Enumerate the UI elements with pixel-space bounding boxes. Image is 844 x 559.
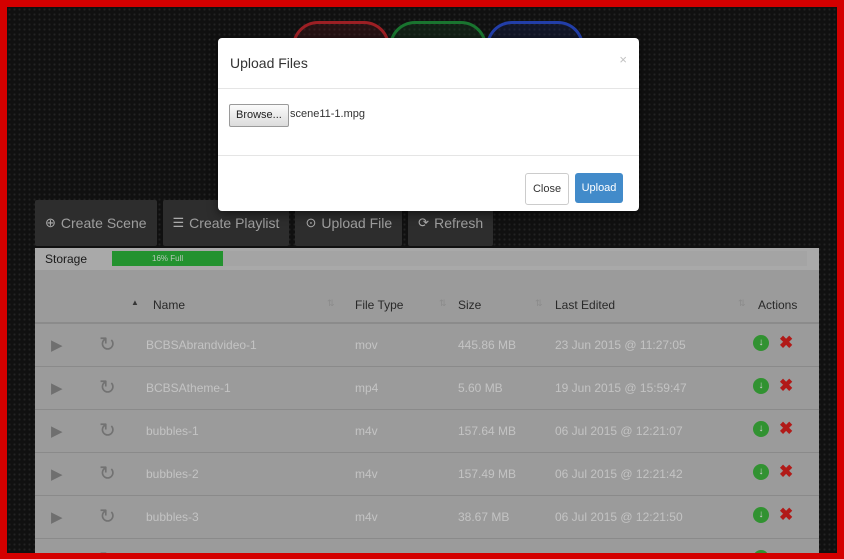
modal-header: Upload Files × xyxy=(218,38,639,89)
app-window: ⊕ Create Scene ☰ Create Playlist ⊙ Uploa… xyxy=(7,7,837,553)
modal-title: Upload Files xyxy=(230,55,308,71)
upload-files-modal: Upload Files × Browse... scene11-1.mpg C… xyxy=(218,38,639,211)
close-icon[interactable]: × xyxy=(619,52,627,67)
modal-body: Browse... scene11-1.mpg xyxy=(218,89,639,156)
upload-button[interactable]: Upload xyxy=(575,173,623,203)
selected-file-name: scene11-1.mpg xyxy=(290,108,366,120)
close-button[interactable]: Close xyxy=(525,173,569,205)
modal-footer: Close Upload xyxy=(218,156,639,211)
browse-button[interactable]: Browse... xyxy=(229,104,289,127)
